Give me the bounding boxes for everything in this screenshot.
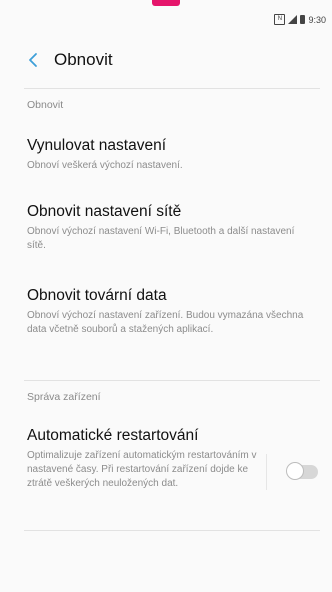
reset-settings-item[interactable]: Vynulovat nastavení Obnoví veškerá výcho…: [27, 136, 310, 173]
page-title: Obnovit: [54, 50, 113, 69]
toggle-knob: [286, 462, 304, 480]
divider: [24, 88, 320, 89]
divider: [24, 380, 320, 381]
back-button[interactable]: [22, 49, 44, 71]
item-title: Automatické restartování: [27, 427, 199, 444]
app-header: Obnovit: [0, 44, 332, 76]
signal-icon: [288, 15, 298, 24]
reset-network-item[interactable]: Obnovit nastavení sítě Obnoví výchozí na…: [27, 202, 310, 253]
divider: [24, 530, 320, 531]
item-description: Obnoví výchozí nastavení Wi-Fi, Bluetoot…: [27, 226, 295, 251]
auto-restart-item[interactable]: Automatické restartování Optimalizuje za…: [27, 426, 260, 491]
chevron-left-icon: [29, 53, 37, 67]
section-header-device: Správa zařízení: [27, 391, 101, 403]
item-description: Obnoví veškerá výchozí nastavení.: [27, 160, 183, 171]
item-title: Vynulovat nastavení: [27, 137, 167, 154]
item-title: Obnovit tovární data: [27, 287, 167, 304]
item-title: Obnovit nastavení sítě: [27, 203, 182, 220]
status-bar: N 9:30: [274, 14, 326, 25]
battery-icon: [300, 15, 306, 24]
item-description: Obnoví výchozí nastavení zařízení. Budou…: [27, 310, 304, 335]
section-header-reset: Obnovit: [27, 99, 64, 111]
item-description: Optimalizuje zařízení automatickým resta…: [27, 450, 257, 489]
auto-restart-toggle[interactable]: [286, 462, 318, 480]
factory-reset-item[interactable]: Obnovit tovární data Obnoví výchozí nast…: [27, 286, 310, 337]
nfc-icon: N: [274, 14, 286, 25]
status-time: 9:30: [308, 14, 326, 25]
auto-restart-toggle-area: [266, 454, 322, 490]
top-accent-bar: [152, 0, 180, 6]
